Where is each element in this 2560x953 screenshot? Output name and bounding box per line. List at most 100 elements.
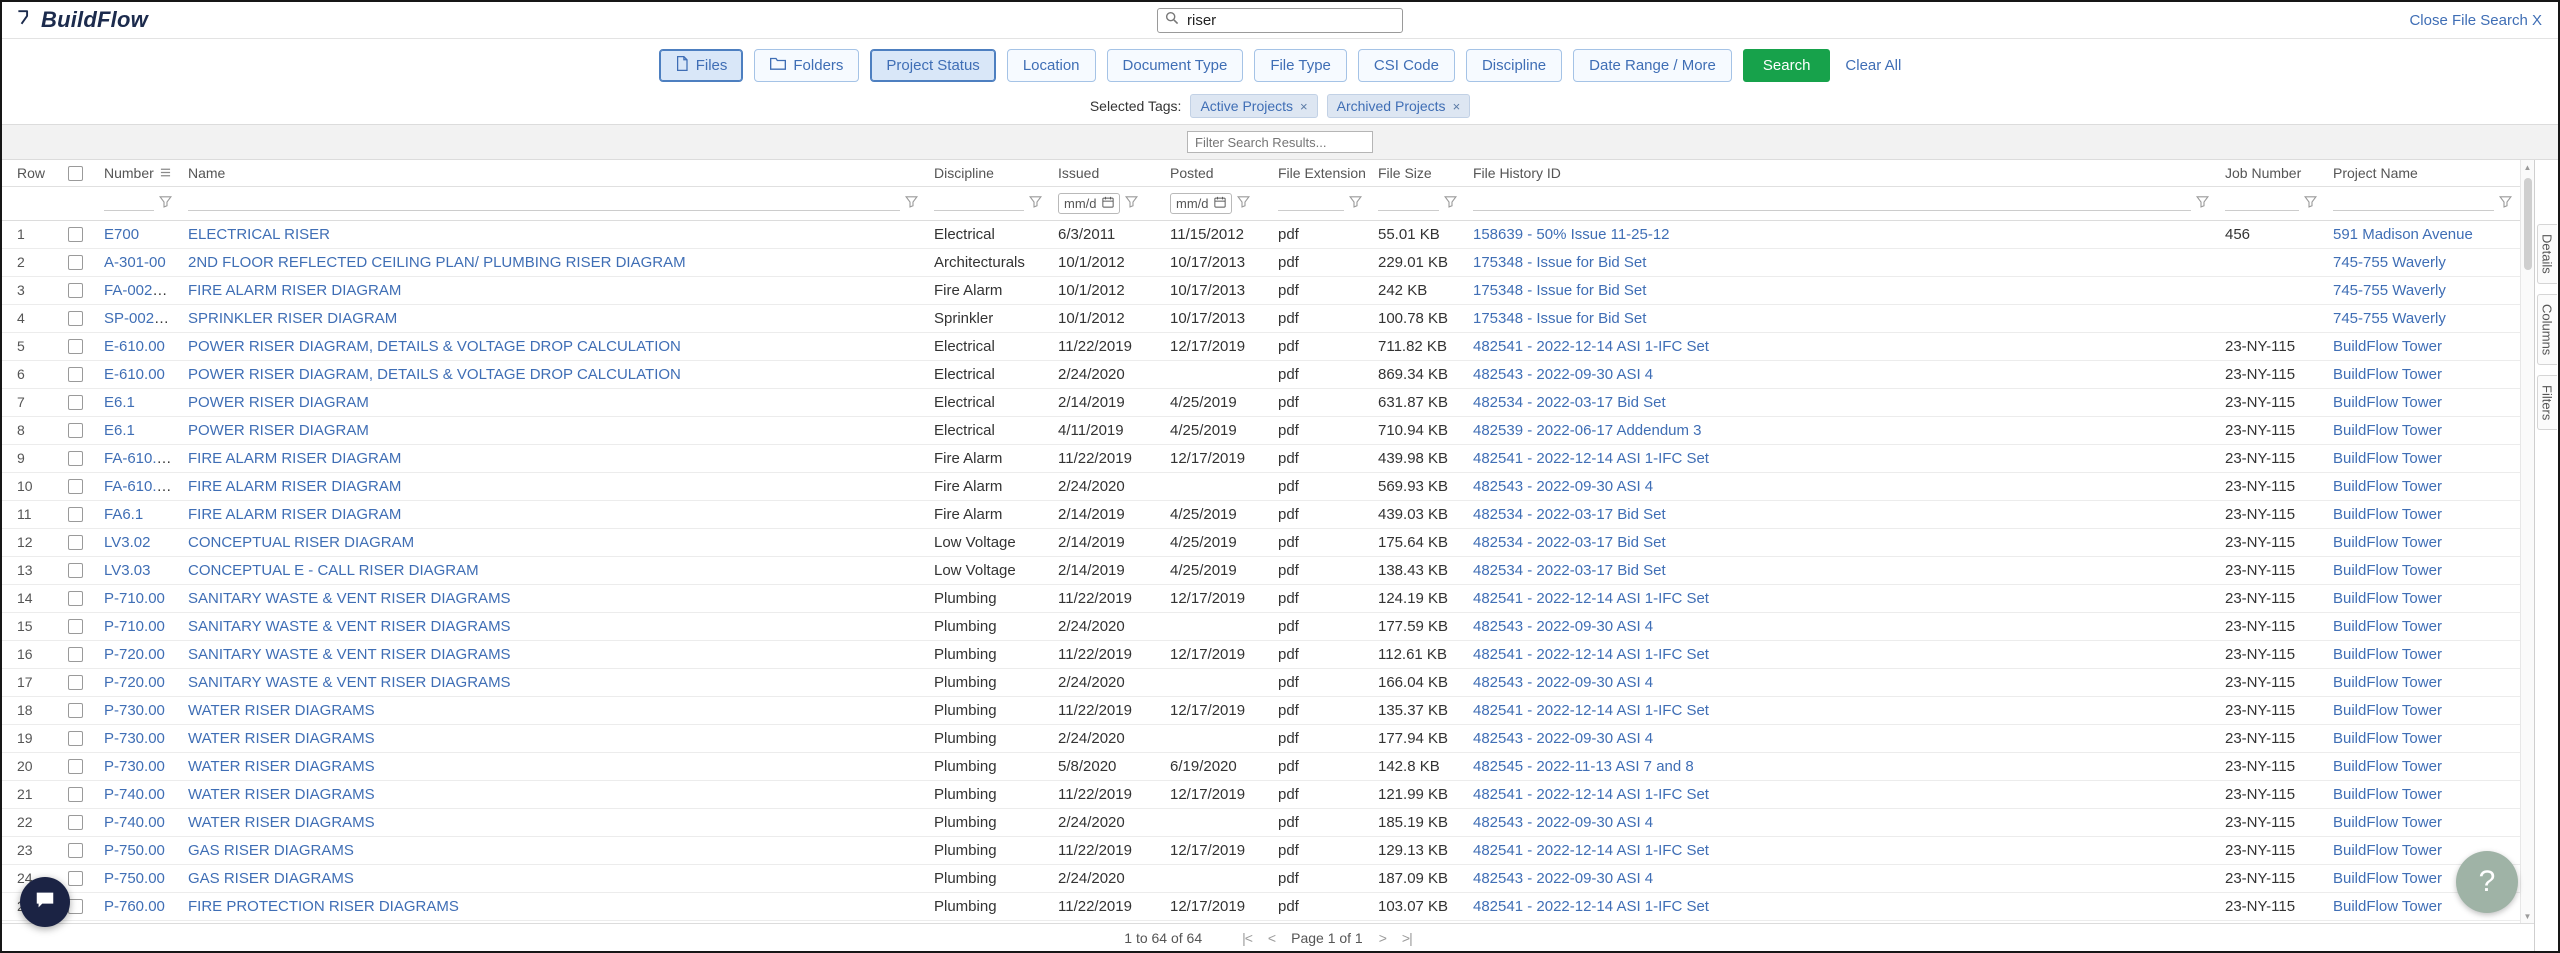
file-number-link[interactable]: E6.1 [104,422,135,439]
file-history-link[interactable]: 175348 - Issue for Bid Set [1473,282,1646,299]
files-filter-button[interactable]: Files [659,49,744,82]
funnel-icon[interactable] [905,195,918,212]
project-name-link[interactable]: BuildFlow Tower [2333,394,2442,411]
file-history-link[interactable]: 482539 - 2022-06-17 Addendum 3 [1473,422,1702,439]
file-name-link[interactable]: WATER RISER DIAGRAMS [188,730,375,747]
file-history-link[interactable]: 482541 - 2022-12-14 ASI 1-IFC Set [1473,786,1709,803]
file-name-link[interactable]: POWER RISER DIAGRAM [188,422,369,439]
project-name-link[interactable]: BuildFlow Tower [2333,730,2442,747]
file-name-link[interactable]: SANITARY WASTE & VENT RISER DIAGRAMS [188,618,511,635]
project-name-link[interactable]: BuildFlow Tower [2333,590,2442,607]
funnel-icon[interactable] [2499,195,2512,212]
file-history-link[interactable]: 482543 - 2022-09-30 ASI 4 [1473,366,1653,383]
project-name-link[interactable]: BuildFlow Tower [2333,814,2442,831]
file-history-link[interactable]: 482534 - 2022-03-17 Bid Set [1473,562,1666,579]
folders-filter-button[interactable]: Folders [754,49,859,82]
column-menu-icon[interactable] [160,165,171,181]
close-file-search-link[interactable]: Close File Search X [2409,12,2542,29]
project-name-link[interactable]: 591 Madison Avenue [2333,226,2473,243]
search-button[interactable]: Search [1743,49,1831,82]
file-history-link[interactable]: 482541 - 2022-12-14 ASI 1-IFC Set [1473,646,1709,663]
row-checkbox[interactable] [68,227,83,242]
file-history-link[interactable]: 482543 - 2022-09-30 ASI 4 [1473,730,1653,747]
file-number-link[interactable]: P-750.00 [104,870,165,887]
table-row[interactable]: 1E700ELECTRICAL RISERElectrical6/3/20111… [2,220,2520,248]
project-name-filter-input[interactable] [2333,195,2494,211]
location-filter-button[interactable]: Location [1007,49,1096,82]
row-checkbox[interactable] [68,367,83,382]
file-number-link[interactable]: P-750.00 [104,842,165,859]
remove-tag-icon[interactable]: × [1300,99,1308,114]
file-history-link[interactable]: 482541 - 2022-12-14 ASI 1-IFC Set [1473,450,1709,467]
project-name-link[interactable]: BuildFlow Tower [2333,338,2442,355]
file-name-link[interactable]: FIRE ALARM RISER DIAGRAM [188,450,401,467]
project-name-link[interactable]: BuildFlow Tower [2333,758,2442,775]
project-name-link[interactable]: BuildFlow Tower [2333,422,2442,439]
file-name-link[interactable]: POWER RISER DIAGRAM, DETAILS & VOLTAGE D… [188,338,681,355]
csi-code-filter-button[interactable]: CSI Code [1358,49,1455,82]
file-type-filter-button[interactable]: File Type [1254,49,1347,82]
file-number-link[interactable]: P-730.00 [104,730,165,747]
file-number-link[interactable]: A-301-00 [104,254,166,271]
row-checkbox[interactable] [68,843,83,858]
project-name-link[interactable]: BuildFlow Tower [2333,646,2442,663]
file-number-link[interactable]: E-610.00 [104,366,165,383]
project-name-link[interactable]: BuildFlow Tower [2333,478,2442,495]
file-name-link[interactable]: POWER RISER DIAGRAM [188,394,369,411]
scroll-down-icon[interactable]: ▼ [2521,909,2534,923]
chat-widget-button[interactable] [20,877,70,927]
file-name-link[interactable]: CONCEPTUAL RISER DIAGRAM [188,534,414,551]
file-number-link[interactable]: E700 [104,226,139,243]
funnel-icon[interactable] [159,195,172,212]
row-checkbox[interactable] [68,759,83,774]
tab-filters[interactable]: Filters [2537,375,2557,430]
file-extension-filter-input[interactable] [1278,195,1344,211]
file-number-link[interactable]: E-610.00 [104,338,165,355]
project-name-link[interactable]: BuildFlow Tower [2333,366,2442,383]
file-name-link[interactable]: WATER RISER DIAGRAMS [188,814,375,831]
posted-date-filter[interactable]: mm/d [1170,193,1232,214]
file-number-link[interactable]: P-730.00 [104,758,165,775]
file-number-link[interactable]: E6.1 [104,394,135,411]
file-history-link[interactable]: 482541 - 2022-12-14 ASI 1-IFC Set [1473,702,1709,719]
file-name-link[interactable]: GAS RISER DIAGRAMS [188,842,354,859]
file-number-link[interactable]: LV3.02 [104,534,150,551]
file-history-link[interactable]: 482543 - 2022-09-30 ASI 4 [1473,618,1653,635]
funnel-icon[interactable] [2304,195,2317,212]
scrollbar-thumb[interactable] [2524,178,2532,270]
file-name-link[interactable]: SANITARY WASTE & VENT RISER DIAGRAMS [188,674,511,691]
table-row[interactable]: 23P-750.00GAS RISER DIAGRAMSPlumbing11/2… [2,836,2520,864]
file-number-link[interactable]: SP-002-00 [104,310,176,327]
table-row[interactable]: 3FA-002-00FIRE ALARM RISER DIAGRAMFire A… [2,276,2520,304]
project-name-link[interactable]: BuildFlow Tower [2333,562,2442,579]
file-history-filter-input[interactable] [1473,195,2191,211]
file-name-link[interactable]: WATER RISER DIAGRAMS [188,702,375,719]
file-name-link[interactable]: CONCEPTUAL E - CALL RISER DIAGRAM [188,562,479,579]
table-row[interactable]: 13LV3.03CONCEPTUAL E - CALL RISER DIAGRA… [2,556,2520,584]
table-row[interactable]: 5E-610.00POWER RISER DIAGRAM, DETAILS & … [2,332,2520,360]
table-row[interactable]: 9FA-610.00FIRE ALARM RISER DIAGRAMFire A… [2,444,2520,472]
table-row[interactable]: 10FA-610.00FIRE ALARM RISER DIAGRAMFire … [2,472,2520,500]
file-number-link[interactable]: P-710.00 [104,590,165,607]
row-checkbox[interactable] [68,647,83,662]
file-name-link[interactable]: 2ND FLOOR REFLECTED CEILING PLAN/ PLUMBI… [188,254,686,271]
clear-all-link[interactable]: Clear All [1845,57,1901,74]
project-name-link[interactable]: BuildFlow Tower [2333,870,2442,887]
file-history-link[interactable]: 482541 - 2022-12-14 ASI 1-IFC Set [1473,898,1709,915]
file-history-link[interactable]: 482545 - 2022-11-13 ASI 7 and 8 [1473,758,1694,775]
row-checkbox[interactable] [68,451,83,466]
discipline-filter-input[interactable] [934,195,1024,211]
file-history-link[interactable]: 482541 - 2022-12-14 ASI 1-IFC Set [1473,842,1709,859]
file-name-link[interactable]: POWER RISER DIAGRAM, DETAILS & VOLTAGE D… [188,366,681,383]
tab-columns[interactable]: Columns [2537,294,2557,365]
file-history-link[interactable]: 482543 - 2022-09-30 ASI 4 [1473,870,1653,887]
project-name-link[interactable]: BuildFlow Tower [2333,842,2442,859]
row-checkbox[interactable] [68,339,83,354]
file-number-link[interactable]: P-720.00 [104,646,165,663]
next-page-button[interactable]: > [1379,930,1386,946]
file-name-link[interactable]: FIRE PROTECTION RISER DIAGRAMS [188,898,459,915]
last-page-button[interactable]: >| [1402,930,1412,946]
file-history-link[interactable]: 482534 - 2022-03-17 Bid Set [1473,534,1666,551]
row-checkbox[interactable] [68,815,83,830]
document-type-filter-button[interactable]: Document Type [1107,49,1244,82]
